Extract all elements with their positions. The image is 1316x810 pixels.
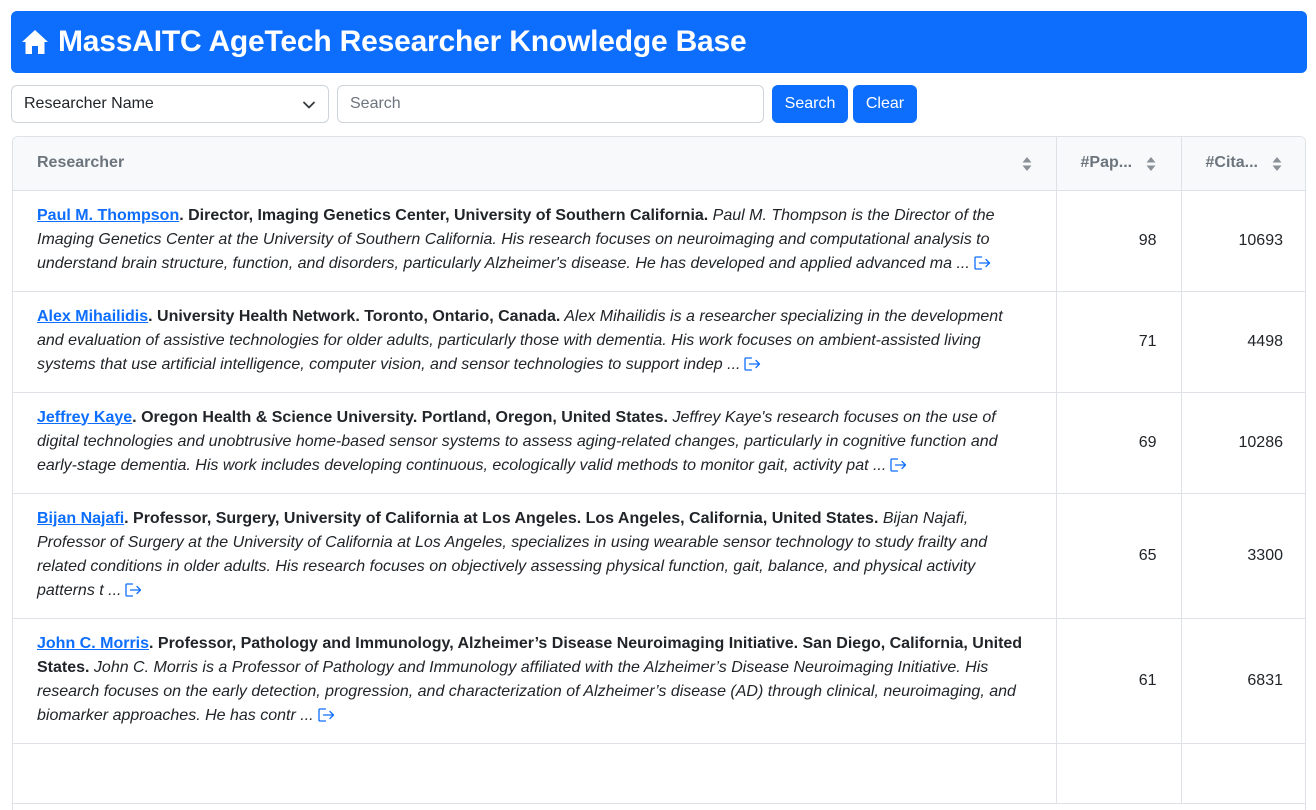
citations-count — [1180, 743, 1305, 804]
open-external-icon[interactable] — [317, 707, 335, 722]
table-row — [13, 743, 1305, 804]
researcher-name-link[interactable]: Bijan Najafi — [37, 510, 124, 527]
open-external-icon[interactable] — [890, 457, 907, 472]
researcher-name-link[interactable]: John C. Morris — [37, 635, 149, 652]
researcher-cell: John C. Morris. Professor, Pathology and… — [13, 618, 1056, 744]
search-input[interactable] — [337, 85, 764, 123]
table-row: John C. Morris. Professor, Pathology and… — [13, 618, 1305, 744]
open-external-icon[interactable] — [974, 255, 991, 270]
clear-button[interactable]: Clear — [853, 85, 917, 123]
home-icon[interactable] — [21, 28, 49, 56]
field-select-value: Researcher Name — [24, 95, 154, 112]
chevron-down-icon — [303, 101, 315, 109]
open-external-icon[interactable] — [744, 356, 761, 371]
papers-count: 69 — [1055, 392, 1181, 494]
search-controls: Researcher Name Search Clear — [11, 85, 931, 123]
open-external-icon[interactable] — [125, 582, 142, 597]
column-header-researcher[interactable]: Researcher — [13, 137, 1056, 191]
researcher-affiliation: . Oregon Health & Science University. Po… — [132, 408, 668, 426]
column-header-papers[interactable]: #Pap... — [1055, 137, 1181, 191]
column-header-citations[interactable]: #Cita... — [1180, 137, 1305, 191]
researcher-name-link[interactable]: Jeffrey Kaye — [37, 409, 132, 426]
researcher-cell: Jeffrey Kaye. Oregon Health & Science Un… — [13, 392, 1056, 494]
table-row: Paul M. Thompson. Director, Imaging Gene… — [13, 190, 1305, 292]
researcher-affiliation: . University Health Network. Toronto, On… — [148, 307, 561, 325]
table-row: Bijan Najafi. Professor, Surgery, Univer… — [13, 493, 1305, 619]
researcher-name-link[interactable]: Paul M. Thompson — [37, 207, 179, 224]
researcher-table: Researcher #Pap... #Cita... Paul M. Thom… — [12, 136, 1306, 810]
citations-count: 10286 — [1180, 392, 1305, 494]
header-banner: MassAITC AgeTech Researcher Knowledge Ba… — [11, 11, 1307, 73]
researcher-affiliation: . Director, Imaging Genetics Center, Uni… — [179, 206, 709, 224]
citations-count: 3300 — [1180, 493, 1305, 619]
researcher-cell: Bijan Najafi. Professor, Surgery, Univer… — [13, 493, 1056, 619]
papers-count: 71 — [1055, 291, 1181, 393]
table-row: Jeffrey Kaye. Oregon Health & Science Un… — [13, 392, 1305, 494]
researcher-name-link[interactable]: Alex Mihailidis — [37, 308, 148, 325]
page-title: MassAITC AgeTech Researcher Knowledge Ba… — [58, 25, 747, 58]
researcher-cell — [13, 743, 1056, 804]
researcher-affiliation: . Professor, Surgery, University of Cali… — [124, 509, 879, 527]
citations-count: 6831 — [1180, 618, 1305, 744]
table-row: Alex Mihailidis. University Health Netwo… — [13, 291, 1305, 393]
sort-icon[interactable] — [1146, 156, 1156, 172]
papers-count: 61 — [1055, 618, 1181, 744]
papers-count — [1055, 743, 1181, 804]
sort-icon[interactable] — [1272, 156, 1282, 172]
papers-count: 65 — [1055, 493, 1181, 619]
researcher-cell: Paul M. Thompson. Director, Imaging Gene… — [13, 190, 1056, 292]
citations-count: 10693 — [1180, 190, 1305, 292]
sort-icon[interactable] — [1022, 156, 1032, 172]
papers-count: 98 — [1055, 190, 1181, 292]
citations-count: 4498 — [1180, 291, 1305, 393]
researcher-bio: John C. Morris is a Professor of Patholo… — [37, 658, 1016, 724]
field-select[interactable]: Researcher Name — [11, 85, 329, 123]
search-button[interactable]: Search — [772, 85, 848, 123]
researcher-cell: Alex Mihailidis. University Health Netwo… — [13, 291, 1056, 393]
